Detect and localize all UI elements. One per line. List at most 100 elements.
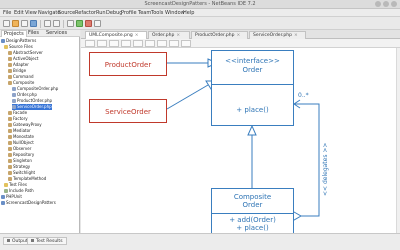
tree-item-label: Switchlight <box>13 170 36 175</box>
editor-tab[interactable]: ProductOrder.php × <box>191 31 248 39</box>
menu-refactor[interactable]: Refactor <box>75 10 96 16</box>
close-tab-icon[interactable]: × <box>294 33 298 38</box>
tree-item-label: Bridge <box>13 68 27 73</box>
undo-icon[interactable] <box>44 20 51 27</box>
tab-label: Output <box>12 239 28 244</box>
close-tab-icon[interactable]: × <box>135 33 139 38</box>
zoom-level-button[interactable] <box>169 40 179 47</box>
editor-tab[interactable]: ServiceOrder.php × <box>249 31 306 39</box>
output-icon <box>7 238 10 242</box>
tab-services[interactable]: Services <box>44 30 69 37</box>
menu-profile[interactable]: Profile <box>121 10 137 16</box>
tree-item-label: Adapter <box>13 62 29 67</box>
package-icon <box>8 152 12 157</box>
window-controls <box>373 1 397 9</box>
package-icon <box>8 50 12 55</box>
bottom-panel-bar: Output Test Results <box>0 233 400 250</box>
menu-run[interactable]: Run <box>96 10 106 16</box>
new-file-icon[interactable] <box>3 20 10 27</box>
tree-item-label: ScreencastDesignPatters <box>6 200 56 205</box>
toggle-grid-button[interactable] <box>181 40 191 47</box>
divider <box>212 213 293 214</box>
divider <box>212 84 293 85</box>
uml-class-compositeorder: Composite Order + add(Order) + place() <box>211 188 294 233</box>
menu-source[interactable]: Source <box>58 10 75 16</box>
menu-edit[interactable]: Edit <box>14 10 24 16</box>
profile-project-icon[interactable] <box>94 20 101 27</box>
zoom-level-button[interactable] <box>133 40 143 47</box>
tree-item-label: CompositeOrder.php <box>17 86 59 91</box>
open-project-icon[interactable] <box>21 20 28 27</box>
uml-class-productorder: ProductOrder <box>89 52 167 76</box>
vertical-scrollbar[interactable] <box>396 48 400 233</box>
php-file-icon <box>12 86 16 91</box>
debug-project-icon[interactable] <box>85 20 92 27</box>
package-icon <box>8 170 12 175</box>
realization-line <box>166 84 209 110</box>
menu-window[interactable]: Window <box>165 10 185 16</box>
zoom-in-button[interactable] <box>85 40 95 47</box>
uml-interface-order: <<interface>> Order + place() <box>211 50 294 126</box>
package-icon <box>8 62 12 67</box>
close-tab-icon[interactable]: × <box>236 33 240 38</box>
window-titlebar: ScreencastDesignPatters - NetBeans IDE 7… <box>0 0 400 9</box>
tree-item-label: Include Path <box>9 188 34 193</box>
class-name-line-2: Order <box>242 201 263 209</box>
uml-diagram-canvas: ProductOrder ServiceOrder <<interface>> … <box>81 48 400 233</box>
tree-item-label: Factory <box>13 116 28 121</box>
tree-item-label: DesignPatterns <box>6 38 37 43</box>
tab-test-results[interactable]: Test Results <box>27 237 67 245</box>
package-icon <box>8 74 12 79</box>
menu-debug[interactable]: Debug <box>106 10 122 16</box>
redo-icon[interactable] <box>53 20 60 27</box>
tab-files[interactable]: Files <box>26 30 41 37</box>
editor-tab-label: Order.php <box>152 33 175 38</box>
editor-tab[interactable]: Order.php × <box>148 31 190 39</box>
menu-view[interactable]: View <box>25 10 37 16</box>
zoom-level-button[interactable] <box>145 40 155 47</box>
maximize-button[interactable] <box>383 1 389 7</box>
tab-projects[interactable]: Projects <box>1 30 27 37</box>
uml-class-serviceorder: ServiceOrder <box>89 99 167 123</box>
toolbar-separator <box>40 20 41 28</box>
projects-panel-tabs: Projects Files Services <box>0 30 80 37</box>
library-icon <box>4 188 8 193</box>
editor-tab[interactable]: UMLComposite.png × <box>85 31 147 39</box>
package-icon <box>8 164 12 169</box>
php-file-icon <box>12 98 16 103</box>
tree-item-label: Repository <box>13 152 35 157</box>
run-project-icon[interactable] <box>76 20 83 27</box>
menu-file[interactable]: File <box>3 10 11 16</box>
editor-tab-label: UMLComposite.png <box>89 33 133 38</box>
zoom-original-button[interactable] <box>109 40 119 47</box>
minimize-button[interactable] <box>375 1 381 7</box>
tree-item[interactable]: ScreencastDesignPatters <box>1 200 56 206</box>
tree-item-label: Composite <box>13 80 35 85</box>
menu-team[interactable]: Team <box>138 10 151 16</box>
close-tab-icon[interactable]: × <box>176 33 180 38</box>
tree-item-label: NullObject <box>13 140 34 145</box>
editor-tab-label: ServiceOrder.php <box>253 33 293 38</box>
close-button[interactable] <box>391 1 397 7</box>
main-toolbar <box>0 17 400 30</box>
tree-item-label: Test Files <box>9 182 27 187</box>
image-viewer-toolbar <box>81 39 400 48</box>
package-icon <box>8 56 12 61</box>
package-icon <box>8 146 12 151</box>
menu-bar: File Edit View Navigate Source Refactor … <box>0 9 400 17</box>
config-icon[interactable] <box>67 20 74 27</box>
menu-help[interactable]: Help <box>183 10 194 16</box>
package-icon <box>8 158 12 163</box>
test-results-icon <box>31 238 34 242</box>
new-project-icon[interactable] <box>12 20 19 27</box>
zoom-fit-button[interactable] <box>121 40 131 47</box>
zoom-level-button[interactable] <box>157 40 167 47</box>
package-icon <box>8 110 12 115</box>
save-all-icon[interactable] <box>30 20 37 27</box>
tree-item-label: Observer <box>13 146 32 151</box>
class-name: ServiceOrder <box>105 108 151 116</box>
editor-area: UMLComposite.png × Order.php × ProductOrde… <box>81 30 400 233</box>
zoom-out-button[interactable] <box>97 40 107 47</box>
tree-item-label: ActiveObject <box>13 56 39 61</box>
menu-tools[interactable]: Tools <box>151 10 163 16</box>
